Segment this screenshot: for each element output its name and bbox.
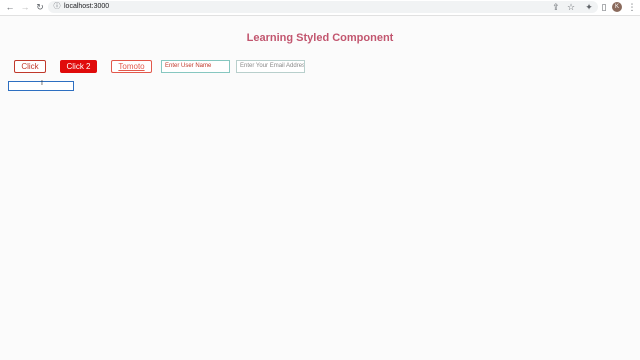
text-cursor-icon: I — [41, 80, 43, 87]
avatar[interactable]: K — [612, 2, 622, 12]
email-input[interactable]: Enter Your Email Address — [236, 60, 305, 73]
click-button[interactable]: Click — [14, 60, 46, 73]
url-text[interactable]: localhost:3000 — [64, 1, 109, 13]
forward-icon[interactable]: → — [19, 0, 31, 15]
share-icon[interactable]: ⇪ — [550, 0, 562, 15]
browser-toolbar: ← → ↻ ⓘ localhost:3000 ⇪ ☆ ✦ ▯ K ⋮ — [0, 0, 640, 16]
star-icon[interactable]: ☆ — [565, 0, 577, 15]
tomato-button[interactable]: Tomoto — [111, 60, 152, 73]
page-title: Learning Styled Component — [246, 32, 394, 44]
extensions-icon[interactable]: ✦ — [583, 0, 595, 15]
menu-icon[interactable]: ⋮ — [626, 0, 638, 15]
username-input[interactable]: Enter User Name — [161, 60, 230, 73]
address-bar[interactable]: ⓘ localhost:3000 — [48, 1, 598, 13]
click-2-button[interactable]: Click 2 — [60, 60, 97, 73]
info-icon[interactable]: ⓘ — [52, 1, 62, 13]
reload-icon[interactable]: ↻ — [34, 0, 46, 15]
side-panel-icon[interactable]: ▯ — [598, 0, 610, 15]
back-icon[interactable]: ← — [4, 0, 16, 15]
